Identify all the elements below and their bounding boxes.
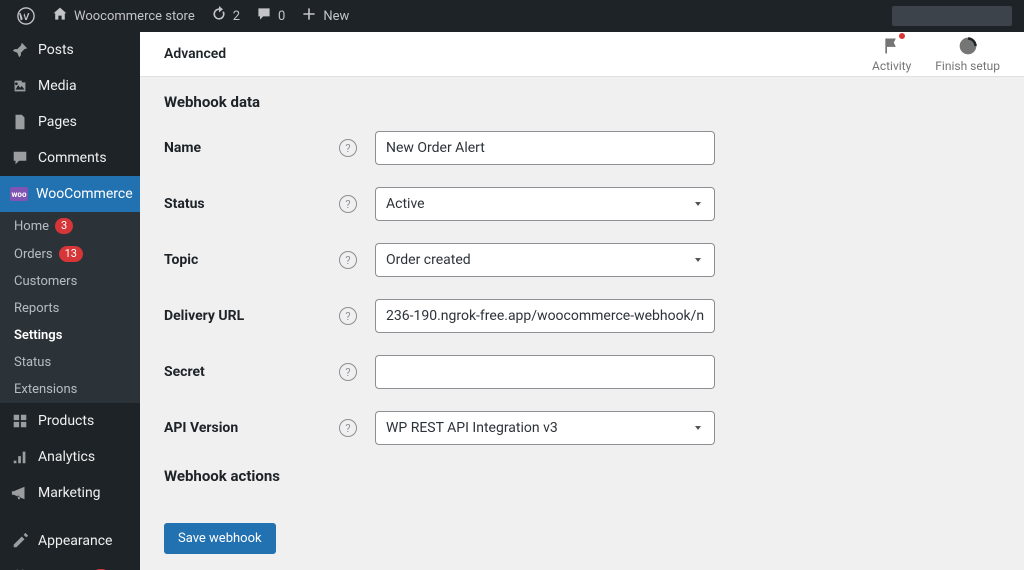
status-select[interactable]: Active: [375, 187, 715, 221]
sidebar-item-pages[interactable]: Pages: [0, 104, 140, 140]
section-title-webhook-actions: Webhook actions: [164, 467, 1000, 485]
comment-icon: [256, 6, 272, 26]
refresh-icon: [211, 6, 227, 26]
activity-button[interactable]: Activity: [872, 35, 911, 73]
media-icon: [10, 76, 30, 96]
submenu-item-customers[interactable]: Customers: [0, 268, 140, 295]
sidebar-item-label: Analytics: [38, 449, 95, 465]
row-status: Status ? Active: [164, 187, 1000, 221]
row-delivery-url: Delivery URL ?: [164, 299, 1000, 333]
label-topic: Topic: [164, 252, 339, 268]
submenu-item-label: Orders: [14, 247, 53, 262]
products-icon: [10, 411, 30, 431]
marketing-icon: [10, 483, 30, 503]
sidebar-item-label: Media: [38, 78, 77, 94]
delivery-url-input[interactable]: [375, 299, 715, 333]
finish-setup-label: Finish setup: [935, 59, 1000, 73]
row-topic: Topic ? Order created: [164, 243, 1000, 277]
label-name: Name: [164, 140, 339, 156]
submenu-item-home[interactable]: Home 3: [0, 212, 140, 240]
tab-advanced[interactable]: Advanced: [164, 46, 226, 62]
sidebar-item-label: Pages: [38, 114, 77, 130]
topbar: Advanced Activity Finish setup: [140, 32, 1024, 77]
sidebar-item-label: Posts: [38, 42, 74, 58]
appearance-icon: [10, 531, 30, 551]
secret-input[interactable]: [375, 355, 715, 389]
submenu-item-orders[interactable]: Orders 13: [0, 240, 140, 268]
sidebar-item-comments[interactable]: Comments: [0, 140, 140, 176]
new-label: New: [323, 9, 349, 24]
plus-icon: [301, 6, 317, 26]
comment-icon: [10, 148, 30, 168]
badge: 13: [59, 246, 83, 262]
main-panel: Webhook data Name ? Status ? Active Topi…: [140, 77, 1024, 570]
sidebar-item-appearance[interactable]: Appearance: [0, 523, 140, 559]
submenu-item-extensions[interactable]: Extensions: [0, 376, 140, 403]
comment-count: 0: [278, 9, 285, 24]
activity-label: Activity: [872, 59, 911, 73]
submenu-item-label: Extensions: [14, 382, 77, 397]
woocommerce-icon: woo: [10, 184, 28, 204]
flag-icon: [881, 35, 903, 57]
row-secret: Secret ?: [164, 355, 1000, 389]
submenu-item-label: Reports: [14, 301, 59, 316]
home-icon: [52, 6, 68, 26]
sidebar-item-products[interactable]: Products: [0, 403, 140, 439]
badge: 3: [55, 218, 73, 234]
comments-link[interactable]: 0: [248, 0, 293, 32]
refresh-link[interactable]: 2: [203, 0, 248, 32]
row-name: Name ?: [164, 131, 1000, 165]
site-name: Woocommerce store: [74, 9, 195, 24]
label-status: Status: [164, 196, 339, 212]
sidebar-item-marketing[interactable]: Marketing: [0, 475, 140, 511]
label-delivery-url: Delivery URL: [164, 308, 339, 324]
finish-setup-button[interactable]: Finish setup: [935, 35, 1000, 73]
sidebar-item-media[interactable]: Media: [0, 68, 140, 104]
submenu-item-reports[interactable]: Reports: [0, 295, 140, 322]
sidebar-item-label: Comments: [38, 150, 107, 166]
label-secret: Secret: [164, 364, 339, 380]
submenu-item-status[interactable]: Status: [0, 349, 140, 376]
sidebar-item-label: Marketing: [38, 485, 101, 501]
new-content-link[interactable]: New: [293, 0, 357, 32]
help-icon[interactable]: ?: [339, 363, 357, 381]
submenu-item-settings[interactable]: Settings: [0, 322, 140, 349]
wp-logo[interactable]: [8, 0, 44, 32]
admin-bar: Woocommerce store 2 0 New: [0, 0, 1024, 32]
submenu-item-label: Customers: [14, 274, 77, 289]
admin-sidebar: Posts Media Pages Comments woo WooCommer…: [0, 32, 140, 570]
content-area: Advanced Activity Finish setup Webhook d…: [140, 32, 1024, 570]
sidebar-item-posts[interactable]: Posts: [0, 32, 140, 68]
help-icon[interactable]: ?: [339, 419, 357, 437]
help-icon[interactable]: ?: [339, 195, 357, 213]
pin-icon: [10, 40, 30, 60]
api-version-select[interactable]: WP REST API Integration v3: [375, 411, 715, 445]
analytics-icon: [10, 447, 30, 467]
woocommerce-submenu: Home 3 Orders 13 Customers Reports Setti…: [0, 212, 140, 403]
sidebar-item-label: Products: [38, 413, 94, 429]
name-input[interactable]: [375, 131, 715, 165]
sidebar-item-woocommerce[interactable]: woo WooCommerce: [0, 176, 140, 212]
help-icon[interactable]: ?: [339, 139, 357, 157]
topic-select[interactable]: Order created: [375, 243, 715, 277]
sidebar-item-label: Appearance: [38, 533, 112, 549]
progress-icon: [957, 35, 979, 57]
notification-dot: [899, 33, 905, 39]
submenu-item-label: Home: [14, 219, 49, 234]
site-name-link[interactable]: Woocommerce store: [44, 0, 203, 32]
sidebar-item-analytics[interactable]: Analytics: [0, 439, 140, 475]
label-api-version: API Version: [164, 420, 339, 436]
section-title-webhook-data: Webhook data: [164, 93, 1000, 111]
refresh-count: 2: [233, 9, 240, 24]
save-webhook-button[interactable]: Save webhook: [164, 523, 276, 554]
user-account-area[interactable]: [892, 6, 1012, 26]
page-icon: [10, 112, 30, 132]
submenu-item-label: Settings: [14, 328, 62, 343]
sidebar-item-label: WooCommerce: [36, 186, 133, 202]
help-icon[interactable]: ?: [339, 251, 357, 269]
sidebar-item-plugins[interactable]: Plugins 2: [0, 559, 140, 570]
help-icon[interactable]: ?: [339, 307, 357, 325]
submenu-item-label: Status: [14, 355, 51, 370]
row-api-version: API Version ? WP REST API Integration v3: [164, 411, 1000, 445]
